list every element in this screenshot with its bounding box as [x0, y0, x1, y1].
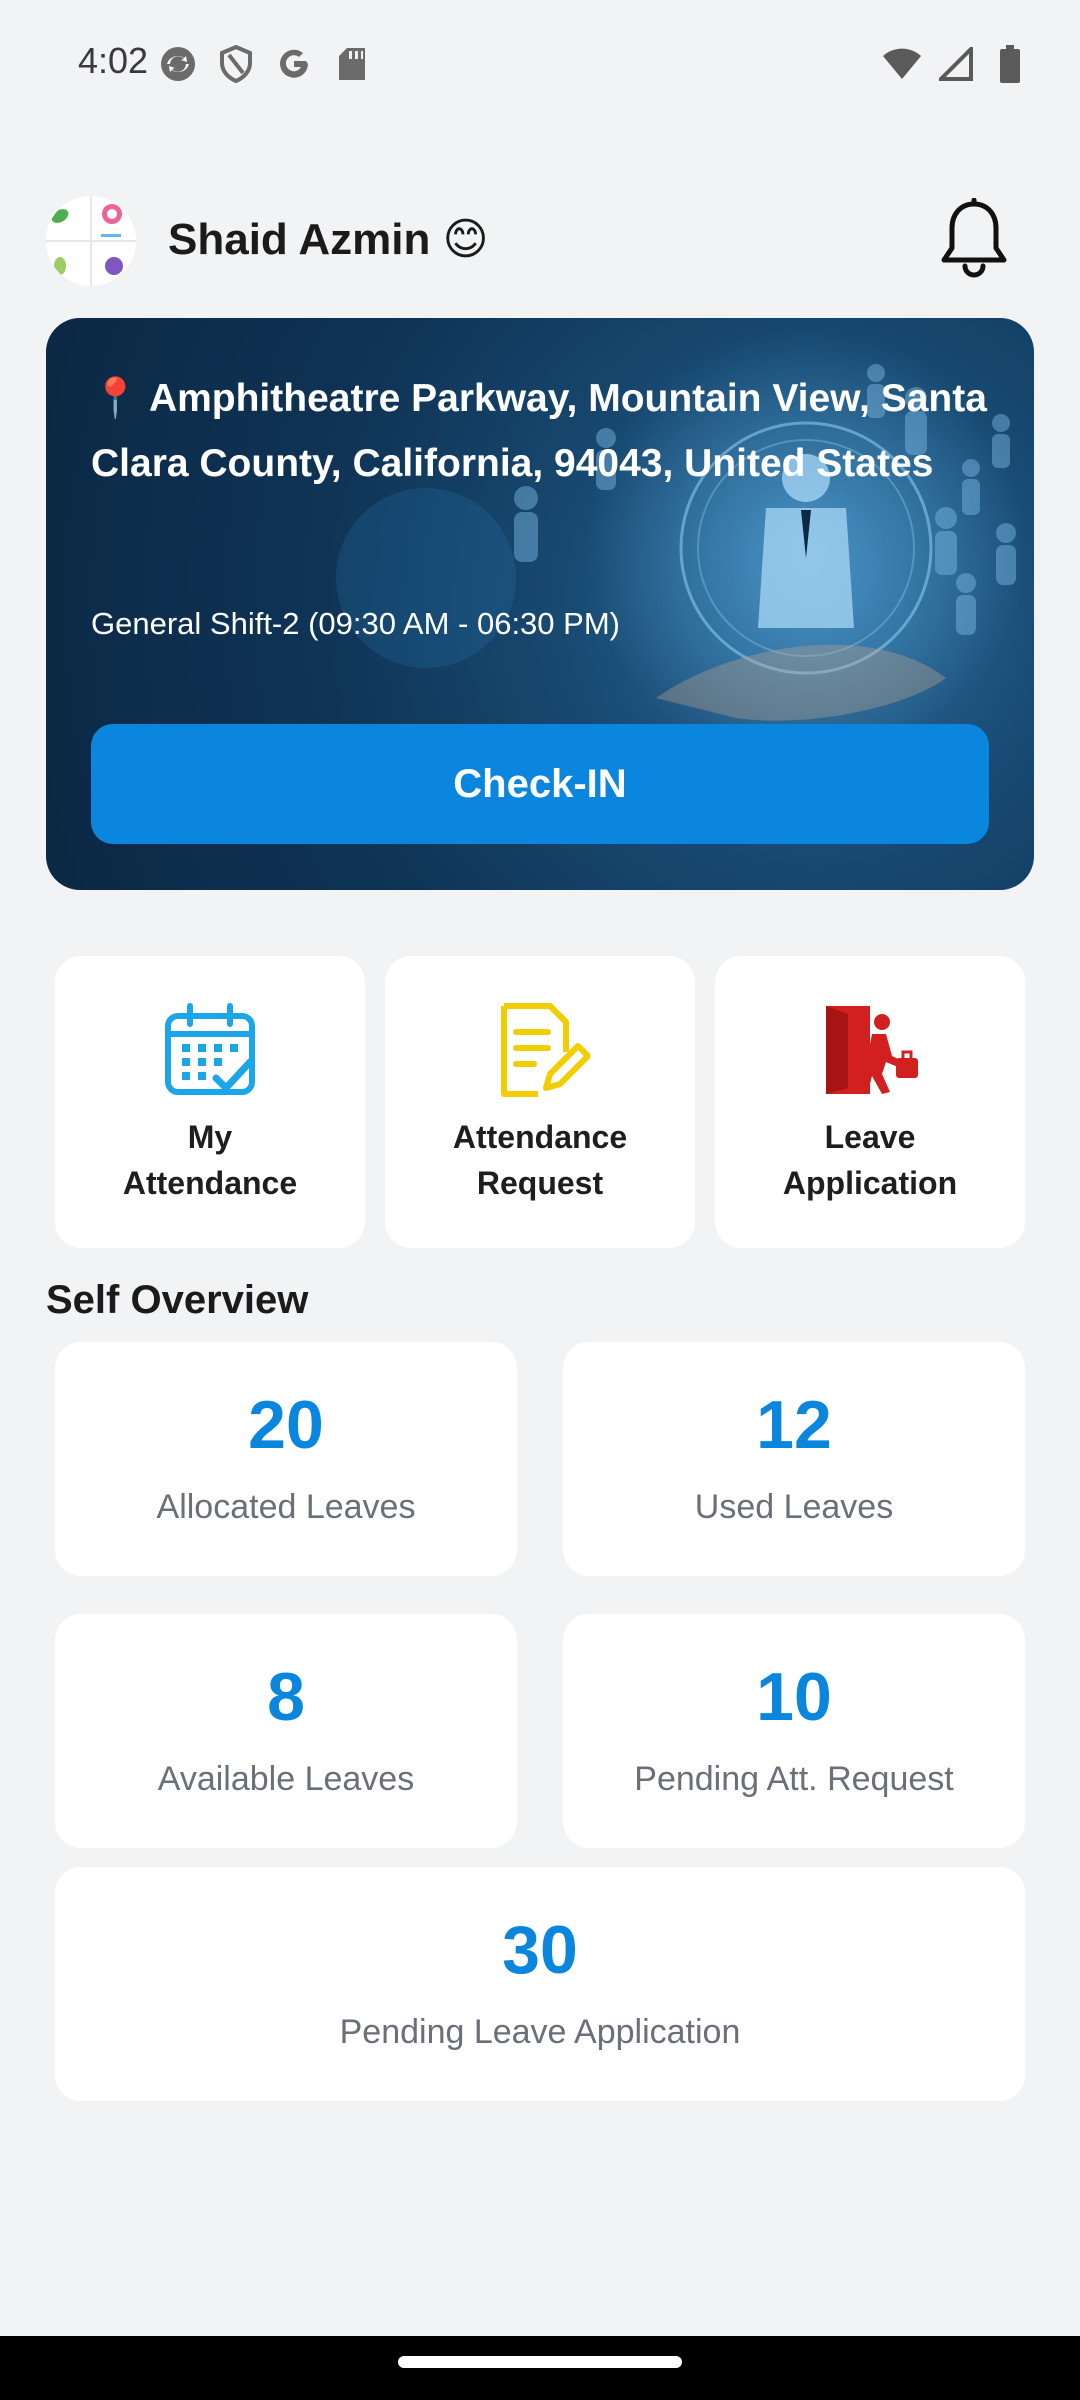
- app-header: Shaid Azmin 😊: [46, 196, 1034, 286]
- signal-icon: [936, 44, 976, 84]
- stat-label: Available Leaves: [157, 1760, 415, 1798]
- my-attendance-label: My Attendance: [122, 1119, 298, 1201]
- avatar[interactable]: [46, 196, 136, 286]
- check-in-button[interactable]: Check-IN: [91, 724, 989, 844]
- section-title: Self Overview: [46, 1278, 309, 1322]
- edit-document-icon: [490, 1000, 591, 1100]
- leave-application-tile[interactable]: Leave Application: [715, 956, 1025, 1248]
- stat-label: Allocated Leaves: [156, 1488, 416, 1526]
- location-card: 📍 Amphitheatre Parkway, Mountain View, S…: [46, 318, 1034, 890]
- sync-icon: [158, 44, 198, 84]
- stat-value: 10: [756, 1659, 832, 1735]
- stat-label: Used Leaves: [694, 1488, 894, 1526]
- status-time: 4:02: [78, 40, 149, 81]
- attendance-request-tile[interactable]: Attendance Request: [385, 956, 695, 1248]
- leave-application-label: Leave Application: [782, 1119, 958, 1201]
- stat-value: 12: [756, 1387, 832, 1463]
- system-nav-bar: [0, 2336, 1080, 2400]
- calendar-check-icon: [160, 1000, 260, 1100]
- stat-value: 8: [267, 1659, 305, 1735]
- stat-card-pending-leave[interactable]: 30 Pending Leave Application: [55, 1867, 1025, 2101]
- stat-card-allocated[interactable]: 20 Allocated Leaves: [55, 1342, 517, 1576]
- my-attendance-tile[interactable]: My Attendance: [55, 956, 365, 1248]
- google-icon: [274, 44, 314, 84]
- stat-card-available[interactable]: 8 Available Leaves: [55, 1614, 517, 1848]
- exit-door-icon: [820, 1000, 920, 1100]
- shift-info: General Shift-2 (09:30 AM - 06:30 PM): [91, 606, 620, 641]
- location-address: 📍 Amphitheatre Parkway, Mountain View, S…: [91, 377, 987, 485]
- home-gesture-handle[interactable]: [398, 2356, 682, 2368]
- sd-card-icon: [332, 44, 372, 84]
- stat-card-used[interactable]: 12 Used Leaves: [563, 1342, 1025, 1576]
- stat-label: Pending Leave Application: [339, 2013, 741, 2051]
- status-bar: 4:02: [0, 0, 1080, 130]
- wifi-icon: [882, 44, 922, 84]
- user-name: Shaid Azmin 😊: [168, 215, 489, 264]
- quick-actions: My Attendance Attendance Request Leave A…: [55, 956, 1025, 1248]
- shield-icon: [216, 44, 256, 84]
- battery-icon: [990, 44, 1030, 84]
- attendance-request-label: Attendance Request: [452, 1119, 628, 1201]
- stat-label: Pending Att. Request: [634, 1760, 954, 1798]
- stat-value: 30: [502, 1912, 578, 1988]
- stat-value: 20: [248, 1387, 324, 1463]
- stat-card-pending-att[interactable]: 10 Pending Att. Request: [563, 1614, 1025, 1848]
- bell-icon[interactable]: [934, 197, 1014, 282]
